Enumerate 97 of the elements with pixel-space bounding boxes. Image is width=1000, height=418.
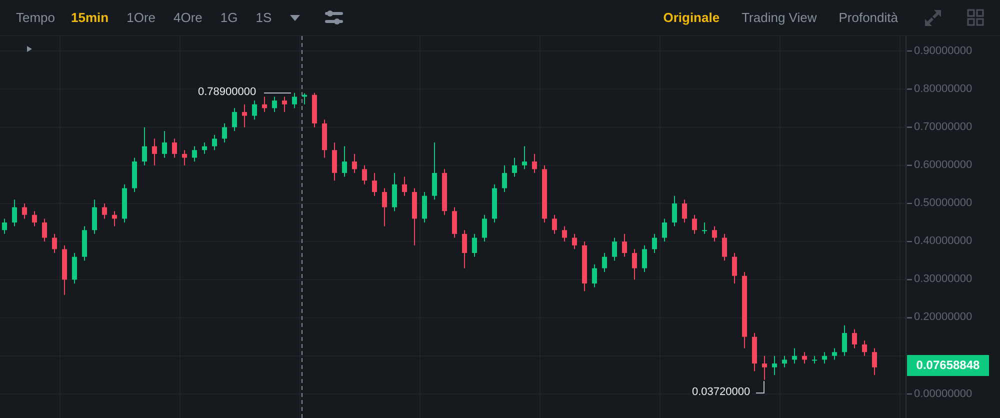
candlestick	[652, 233, 657, 254]
collapse-icon[interactable]	[27, 46, 32, 52]
candlestick	[72, 252, 77, 284]
candlestick	[202, 142, 207, 154]
interval-tab[interactable]: 4Ore	[174, 8, 202, 28]
candlestick	[732, 252, 737, 284]
interval-tab[interactable]: 1G	[220, 8, 238, 28]
candlestick	[432, 142, 437, 200]
axis-label: 0.50000000	[914, 196, 972, 210]
candlestick	[672, 195, 677, 227]
candlestick	[862, 340, 867, 356]
candlestick	[592, 264, 597, 288]
candlestick	[512, 157, 517, 178]
time-label: Tempo	[16, 8, 56, 27]
candlestick	[702, 222, 707, 234]
candlestick	[262, 96, 267, 112]
candlestick	[762, 355, 767, 380]
candlestick	[242, 104, 247, 128]
candlestick	[282, 96, 287, 112]
candlestick	[232, 108, 237, 132]
candlestick	[152, 138, 157, 166]
candlestick	[782, 355, 787, 368]
candlestick	[392, 172, 397, 212]
candlestick	[182, 150, 187, 166]
view-tab[interactable]: Profondità	[838, 8, 898, 28]
candlestick	[22, 202, 27, 220]
candlestick	[92, 199, 97, 234]
candlestick	[252, 100, 257, 120]
candlestick	[272, 96, 277, 112]
candlestick	[222, 122, 227, 143]
candlestick	[192, 146, 197, 162]
candlestick	[852, 328, 857, 349]
axis-label: 0.40000000	[914, 235, 972, 248]
candlestick	[162, 130, 167, 158]
candlestick	[352, 153, 357, 174]
candlestick	[52, 233, 57, 254]
axis-label: 0.30000000	[914, 273, 972, 286]
candlestick	[572, 233, 577, 250]
candlestick	[362, 164, 367, 185]
candlestick	[802, 352, 807, 364]
candlestick	[662, 218, 667, 242]
candlestick	[622, 233, 627, 258]
candlestick	[292, 92, 297, 109]
candlestick	[872, 348, 877, 376]
candlestick	[502, 164, 507, 193]
candlestick	[372, 172, 377, 196]
interval-tab[interactable]: 15min	[71, 8, 109, 28]
candlestick	[42, 218, 47, 242]
candlestick	[332, 142, 337, 182]
candlestick	[32, 210, 37, 227]
candlestick	[142, 126, 147, 166]
candlestick	[402, 176, 407, 196]
axis-label: 0.00000000	[914, 388, 972, 400]
candlestick	[172, 138, 177, 158]
leader-line	[756, 380, 764, 394]
candlestick	[562, 226, 567, 242]
interval-tab[interactable]: 1S	[256, 8, 272, 28]
candlestick	[832, 348, 837, 360]
caret-icon[interactable]	[290, 14, 300, 20]
candlestick	[692, 214, 697, 234]
candlestick	[112, 210, 117, 227]
sliders-icon[interactable]	[324, 10, 343, 25]
axis-label: 0.60000000	[914, 158, 972, 172]
candlestick	[342, 146, 347, 178]
candlestick	[642, 244, 647, 273]
view-tab[interactable]: Trading View	[742, 8, 817, 28]
candlestick	[472, 233, 477, 258]
candlestick	[462, 230, 467, 269]
candlestick	[792, 348, 797, 364]
candlestick	[772, 355, 777, 376]
candlestick	[632, 248, 637, 280]
candlestick	[382, 188, 387, 227]
candlestick	[482, 214, 487, 242]
axis-label: 0.80000000	[914, 82, 972, 96]
candlestick	[842, 324, 847, 356]
candlestick	[722, 233, 727, 262]
candlestick	[612, 237, 617, 262]
candlestick	[422, 192, 427, 223]
candlestick	[712, 226, 717, 242]
axis-label: 0.90000000	[914, 44, 972, 58]
candlestick	[212, 134, 217, 151]
candlestick	[602, 252, 607, 273]
candlestick	[2, 218, 7, 234]
axis-label: 0.70000000	[914, 120, 972, 134]
candlestick	[12, 199, 17, 227]
interval-tab[interactable]: 1Ore	[126, 8, 156, 28]
candlestick	[532, 153, 537, 174]
candlestick	[452, 206, 457, 238]
leader-line	[264, 92, 292, 94]
view-tab[interactable]: Originale	[663, 8, 720, 28]
candlestick	[822, 352, 827, 364]
candlestick	[552, 214, 557, 234]
candlestick	[682, 199, 687, 223]
last-price-badge: 0.07658848	[907, 355, 989, 376]
axis-label: 0.20000000	[914, 311, 972, 324]
candlestick	[522, 146, 527, 170]
candlestick	[102, 202, 107, 220]
